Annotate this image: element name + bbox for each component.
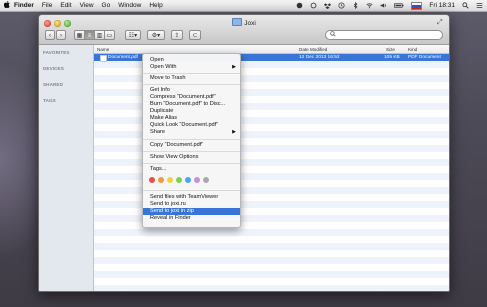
menu-item-send-joxi[interactable]: Send to joxi.ru	[143, 201, 240, 208]
sidebar-devices-header[interactable]: DEVICES	[39, 61, 93, 77]
context-menu: Open Open With ▶ Move to Trash Get Info C…	[142, 53, 241, 228]
apple-menu-icon[interactable]	[0, 1, 14, 10]
tag-green-icon[interactable]	[176, 177, 182, 183]
tag-gray-icon[interactable]	[203, 177, 209, 183]
finder-window: Joxi ⤢ ‹ › ▦ ≡ ▥ ▭ ☷▾ ⚙▾ ⇪ ⊂ FAVORITES D…	[38, 14, 450, 292]
volume-icon[interactable]	[380, 2, 387, 9]
menu-item-reveal-in-finder[interactable]: Reveal in Finder	[143, 215, 240, 222]
file-name: Document.pdf	[108, 55, 138, 60]
status-circle-icon[interactable]	[310, 2, 317, 9]
window-titlebar[interactable]: Joxi ⤢ ‹ › ▦ ≡ ▥ ▭ ☷▾ ⚙▾ ⇪ ⊂	[39, 15, 449, 45]
menu-item-tags[interactable]: Tags...	[143, 166, 240, 173]
sidebar: FAVORITES DEVICES SHARED TAGS	[39, 45, 94, 291]
menu-divider	[143, 151, 240, 152]
pdf-file-icon	[100, 55, 107, 62]
search-field[interactable]	[325, 30, 443, 40]
tag-red-icon[interactable]	[149, 177, 155, 183]
sidebar-tags-header[interactable]: TAGS	[39, 93, 93, 109]
coverflow-view-icon[interactable]: ▭	[104, 30, 115, 40]
window-title: Joxi	[39, 18, 449, 27]
bluetooth-icon[interactable]	[352, 2, 359, 9]
back-button[interactable]: ‹	[45, 30, 55, 40]
tag-orange-icon[interactable]	[158, 177, 164, 183]
menu-edit[interactable]: Edit	[60, 2, 71, 9]
tags-icon[interactable]: ⊂	[189, 30, 201, 40]
tag-purple-icon[interactable]	[194, 177, 200, 183]
arrange-button-icon[interactable]: ☷▾	[125, 30, 141, 40]
menu-item-move-to-trash[interactable]: Move to Trash	[143, 75, 240, 82]
input-flag-icon[interactable]	[411, 1, 423, 10]
spotlight-icon[interactable]	[462, 2, 469, 9]
menu-item-make-alias[interactable]: Make Alias	[143, 115, 240, 122]
menu-window[interactable]: Window	[118, 2, 141, 9]
menu-item-show-view-options[interactable]: Show View Options	[143, 154, 240, 161]
sidebar-favorites-header[interactable]: FAVORITES	[39, 45, 93, 61]
file-kind: PDF Document	[408, 55, 441, 60]
menu-divider	[143, 190, 240, 191]
search-icon	[330, 31, 336, 37]
menu-item-send-joxi-zip[interactable]: Send to joxi in zip	[143, 208, 240, 215]
tag-yellow-icon[interactable]	[167, 177, 173, 183]
menu-item-duplicate[interactable]: Duplicate	[143, 108, 240, 115]
menu-bar: Finder File Edit View Go Window Help Fri…	[0, 0, 487, 12]
wifi-icon[interactable]	[366, 2, 373, 9]
menu-item-share[interactable]: Share ▶	[143, 129, 240, 136]
menu-view[interactable]: View	[80, 2, 94, 9]
menu-file[interactable]: File	[42, 2, 52, 9]
menu-help[interactable]: Help	[149, 2, 162, 9]
menu-item-open-with[interactable]: Open With ▶	[143, 64, 240, 71]
menu-item-open[interactable]: Open	[143, 57, 240, 64]
menu-item-compress[interactable]: Compress “Document.pdf”	[143, 94, 240, 101]
view-mode-segmented: ▦ ≡ ▥ ▭	[74, 30, 115, 40]
action-gear-icon[interactable]: ⚙▾	[147, 30, 165, 40]
status-app-icon[interactable]	[296, 2, 303, 9]
tag-blue-icon[interactable]	[185, 177, 191, 183]
menubar-clock[interactable]: Fri 18:31	[429, 2, 455, 9]
sidebar-shared-header[interactable]: SHARED	[39, 77, 93, 93]
status-dropbox-icon[interactable]	[324, 2, 332, 9]
forward-button[interactable]: ›	[56, 30, 66, 40]
menu-divider	[143, 73, 240, 74]
menu-go[interactable]: Go	[102, 2, 111, 9]
column-name[interactable]: Name	[97, 47, 109, 52]
menu-finder[interactable]: Finder	[14, 2, 34, 9]
menu-item-send-teamviewer[interactable]: Send files with TeamViewer	[143, 194, 240, 201]
submenu-arrow-icon: ▶	[232, 129, 236, 135]
menu-divider	[143, 163, 240, 164]
fullscreen-icon[interactable]: ⤢	[437, 19, 444, 26]
submenu-arrow-icon: ▶	[232, 64, 236, 70]
notification-center-icon[interactable]	[476, 2, 483, 9]
file-date: 12 Dec 2013 16:52	[299, 55, 340, 60]
column-kind[interactable]: Kind	[408, 47, 417, 52]
menu-divider	[143, 139, 240, 140]
battery-icon[interactable]	[394, 2, 404, 9]
menu-item-get-info[interactable]: Get Info	[143, 87, 240, 94]
share-icon[interactable]: ⇪	[171, 30, 183, 40]
menu-item-quick-look[interactable]: Quick Look “Document.pdf”	[143, 122, 240, 129]
column-date-modified[interactable]: Date Modified	[299, 47, 327, 52]
menu-item-copy[interactable]: Copy “Document.pdf”	[143, 142, 240, 149]
menu-divider	[143, 84, 240, 85]
time-machine-icon[interactable]	[338, 2, 345, 9]
column-size[interactable]: Size	[386, 47, 395, 52]
file-size: 105 KB	[384, 55, 400, 60]
folder-icon	[232, 18, 243, 26]
menu-item-burn[interactable]: Burn “Document.pdf” to Disc...	[143, 101, 240, 108]
